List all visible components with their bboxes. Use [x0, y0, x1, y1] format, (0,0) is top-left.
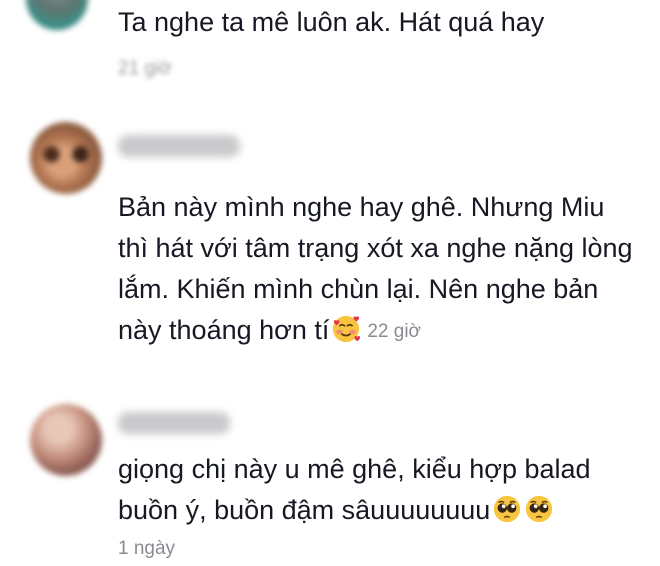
avatar[interactable]: [30, 404, 102, 476]
avatar[interactable]: [26, 0, 88, 30]
avatar[interactable]: [30, 122, 102, 194]
comment-timestamp: 22 giờ: [367, 321, 422, 342]
pleading-face-icon: [526, 495, 553, 523]
username-blurred[interactable]: [118, 135, 240, 157]
smiling-face-with-hearts-icon: [333, 315, 361, 343]
comment-text: Ta nghe ta mê luôn ak. Hát quá hay: [118, 7, 545, 37]
comment-timestamp: 21 giờ: [118, 58, 172, 79]
pleading-face-icon: [494, 495, 521, 523]
comment-text: giọng chị này u mê ghê, kiểu hợp balad b…: [118, 449, 638, 531]
comment-text: Bản này mình nghe hay ghê. Nhưng Miu thì…: [118, 187, 638, 352]
username-blurred[interactable]: [118, 412, 230, 434]
comment-timestamp: 1 ngày: [118, 538, 176, 559]
